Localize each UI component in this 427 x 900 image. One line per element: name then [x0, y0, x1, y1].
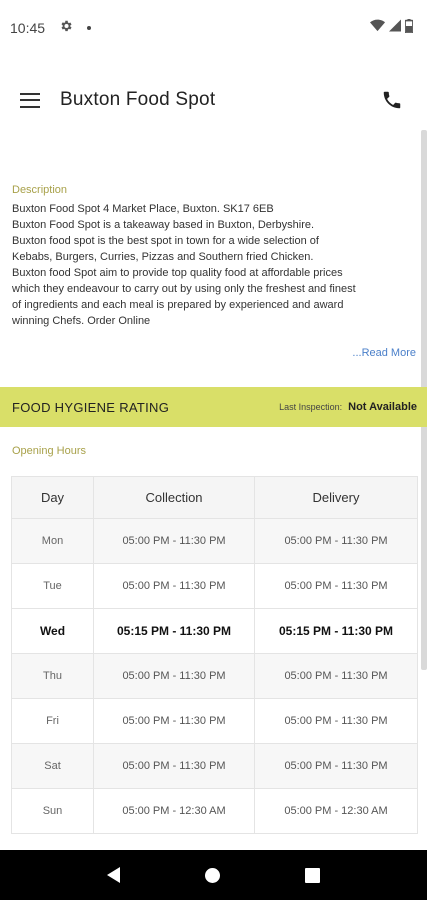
last-inspection-value: Not Available	[348, 401, 417, 413]
table-row: Thu 05:00 PM - 11:30 PM 05:00 PM - 11:30…	[11, 653, 418, 699]
row-collection: 05:00 PM - 11:30 PM	[93, 653, 255, 699]
row-collection: 05:00 PM - 11:30 PM	[93, 518, 255, 564]
row-day: Wed	[11, 608, 94, 654]
notification-dot-icon	[87, 26, 92, 30]
row-collection: 05:00 PM - 11:30 PM	[93, 698, 255, 744]
row-day: Mon	[11, 518, 94, 564]
header-collection: Collection	[93, 476, 255, 519]
description-line: Buxton food spot is the best spot in tow…	[12, 235, 319, 247]
wifi-icon	[370, 19, 385, 37]
description-line: Buxton Food Spot is a takeaway based in …	[12, 219, 315, 231]
row-delivery: 05:15 PM - 11:30 PM	[254, 608, 418, 654]
description-label: Description	[12, 184, 68, 196]
status-time: 10:45	[10, 20, 46, 36]
food-hygiene-bar: FOOD HYGIENE RATING Last Inspection: Not…	[0, 387, 427, 427]
menu-icon[interactable]	[20, 92, 40, 108]
row-delivery: 05:00 PM - 11:30 PM	[254, 698, 418, 744]
header-day: Day	[11, 476, 94, 519]
back-icon[interactable]	[107, 867, 121, 883]
row-day: Fri	[11, 698, 94, 744]
row-delivery: 05:00 PM - 11:30 PM	[254, 653, 418, 699]
system-nav-bar	[0, 850, 427, 900]
row-collection: 05:00 PM - 11:30 PM	[93, 743, 255, 789]
last-inspection-label: Last Inspection:	[279, 402, 343, 412]
description-line: which they endeavour to carry out by usi…	[12, 283, 356, 295]
status-indicators	[370, 18, 414, 38]
description-line: of ingredients and each meal is prepared…	[12, 299, 344, 311]
row-collection: 05:00 PM - 12:30 AM	[93, 788, 255, 834]
status-bar: 10:45	[0, 0, 427, 56]
row-delivery: 05:00 PM - 11:30 PM	[254, 743, 418, 789]
table-row: Sun 05:00 PM - 12:30 AM 05:00 PM - 12:30…	[11, 788, 418, 834]
battery-icon	[404, 18, 414, 38]
row-day: Sat	[11, 743, 94, 789]
row-day: Sun	[11, 788, 94, 834]
row-collection: 05:15 PM - 11:30 PM	[93, 608, 255, 654]
app-bar: Buxton Food Spot	[0, 72, 427, 128]
table-row: Sat 05:00 PM - 11:30 PM 05:00 PM - 11:30…	[11, 743, 418, 789]
opening-hours-table: Day Collection Delivery Mon 05:00 PM - 1…	[11, 476, 418, 834]
table-row: Mon 05:00 PM - 11:30 PM 05:00 PM - 11:30…	[11, 518, 418, 564]
row-delivery: 05:00 PM - 12:30 AM	[254, 788, 418, 834]
table-header-row: Day Collection Delivery	[11, 476, 418, 519]
home-icon[interactable]	[204, 867, 220, 883]
table-row-current-day: Wed 05:15 PM - 11:30 PM 05:15 PM - 11:30…	[11, 608, 418, 654]
signal-icon	[389, 19, 401, 37]
row-day: Tue	[11, 563, 94, 609]
read-more-link[interactable]: ...Read More	[352, 347, 416, 359]
description-line: Buxton Food Spot 4 Market Place, Buxton.…	[12, 203, 274, 215]
row-day: Thu	[11, 653, 94, 699]
recent-apps-icon[interactable]	[304, 867, 320, 883]
description-section: Description Buxton Food Spot 4 Market Pl…	[12, 178, 417, 329]
gear-icon	[59, 19, 73, 37]
row-delivery: 05:00 PM - 11:30 PM	[254, 518, 418, 564]
row-collection: 05:00 PM - 11:30 PM	[93, 563, 255, 609]
description-line: Kebabs, Burgers, Curries, Pizzas and Sou…	[12, 251, 314, 263]
description-line: Buxton food Spot aim to provide top qual…	[12, 267, 343, 279]
header-delivery: Delivery	[254, 476, 418, 519]
table-row: Tue 05:00 PM - 11:30 PM 05:00 PM - 11:30…	[11, 563, 418, 609]
table-row: Fri 05:00 PM - 11:30 PM 05:00 PM - 11:30…	[11, 698, 418, 744]
phone-icon[interactable]	[381, 89, 403, 111]
food-hygiene-title: FOOD HYGIENE RATING	[12, 399, 170, 415]
description-line: winning Chefs. Order Online	[12, 315, 151, 327]
opening-hours-label: Opening Hours	[12, 445, 86, 457]
row-delivery: 05:00 PM - 11:30 PM	[254, 563, 418, 609]
description-text: Buxton Food Spot 4 Market Place, Buxton.…	[12, 201, 417, 329]
app-title: Buxton Food Spot	[60, 89, 216, 110]
